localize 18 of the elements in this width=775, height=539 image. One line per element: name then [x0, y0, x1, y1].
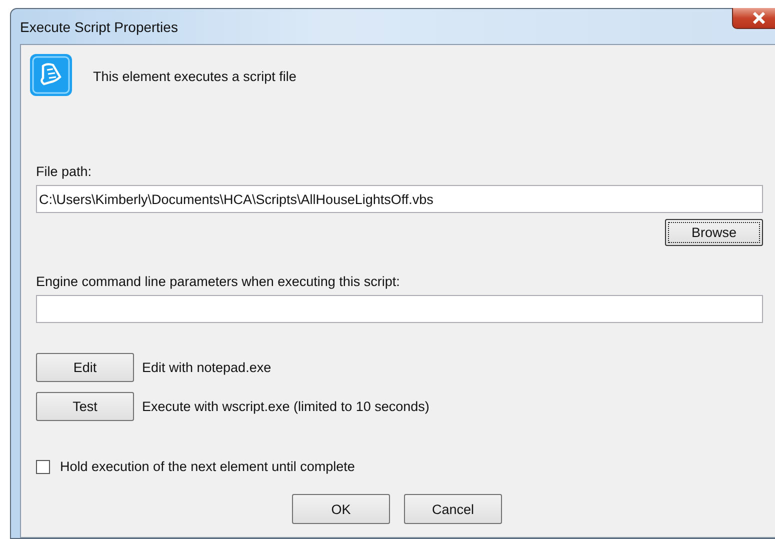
- field-label: File path:: [36, 164, 93, 180]
- field-label: Engine command line parameters when executing this script:: [36, 274, 401, 290]
- description-text: This element executes a script file: [93, 68, 296, 84]
- cancel-button[interactable]: Cancel: [404, 494, 502, 524]
- window-title: Execute Script Properties: [20, 19, 178, 35]
- action-description: Edit with notepad.exe: [142, 360, 272, 375]
- action-button[interactable]: Test: [36, 392, 134, 421]
- checkbox-label: Hold execution of the next element until complete: [60, 459, 355, 474]
- close-button[interactable]: [732, 8, 775, 29]
- parameters-field[interactable]: [36, 295, 763, 323]
- close-icon: [752, 12, 766, 24]
- ok-button[interactable]: OK: [292, 494, 390, 524]
- checkbox[interactable]: [36, 460, 50, 474]
- scroll-icon: [29, 53, 73, 97]
- action-button[interactable]: Edit: [36, 353, 134, 382]
- file-path-field[interactable]: C:\Users\Kimberly\Documents\HCA\Scripts\AllHouseLightsOff.vbs: [36, 185, 763, 213]
- action-description: Execute with wscript.exe (limited to 10 seconds): [142, 399, 430, 414]
- browse-button[interactable]: Browse: [665, 219, 763, 246]
